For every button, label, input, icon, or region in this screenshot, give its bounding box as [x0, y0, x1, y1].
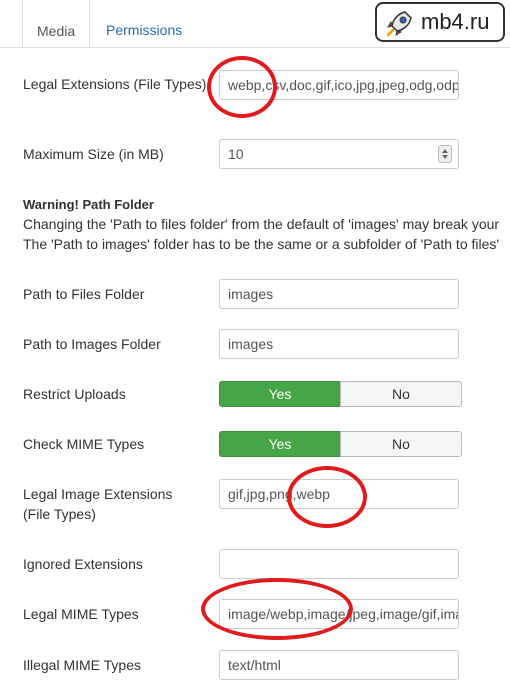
tab-permissions[interactable]: Permissions: [106, 22, 182, 38]
path-files-input[interactable]: images: [219, 279, 459, 309]
check-mime-no-button[interactable]: No: [340, 431, 462, 457]
spinner-down-icon[interactable]: [442, 155, 448, 159]
check-mime-toggle: Yes No: [219, 431, 462, 457]
spinner-up-icon[interactable]: [442, 149, 448, 153]
watermark-logo: mb4.ru: [375, 2, 505, 42]
restrict-uploads-label: Restrict Uploads: [23, 386, 126, 402]
warning-title: Warning! Path Folder: [23, 197, 154, 212]
tab-media[interactable]: Media: [22, 0, 90, 47]
legal-image-ext-label: Legal Image Extensions (File Types): [23, 486, 173, 522]
illegal-mime-label: Illegal MIME Types: [23, 657, 142, 673]
legal-image-ext-input[interactable]: gif,jpg,png,webp: [219, 479, 459, 509]
max-size-value: 10: [228, 146, 244, 162]
ignored-ext-label: Ignored Extensions: [23, 556, 143, 572]
legal-extensions-input[interactable]: webp,csv,doc,gif,ico,jpg,jpeg,odg,odp: [219, 70, 459, 100]
warning-line-2: The 'Path to images' folder has to be th…: [23, 236, 500, 252]
restrict-uploads-no-button[interactable]: No: [340, 381, 462, 407]
path-images-input[interactable]: images: [219, 329, 459, 359]
path-images-label: Path to Images Folder: [23, 336, 161, 352]
max-size-input[interactable]: 10: [219, 139, 459, 169]
illegal-mime-input[interactable]: text/html: [219, 650, 459, 680]
ignored-ext-input[interactable]: [219, 549, 459, 579]
warning-line-1: Changing the 'Path to files folder' from…: [23, 216, 500, 232]
rocket-icon: [386, 11, 412, 37]
check-mime-yes-button[interactable]: Yes: [219, 431, 341, 457]
max-size-label: Maximum Size (in MB): [23, 146, 164, 162]
restrict-uploads-yes-button[interactable]: Yes: [219, 381, 341, 407]
tab-media-label: Media: [37, 23, 76, 39]
path-files-label: Path to Files Folder: [23, 286, 145, 302]
legal-mime-input[interactable]: image/webp,image/jpeg,image/gif,image/pn…: [219, 599, 459, 629]
legal-mime-label: Legal MIME Types: [23, 606, 139, 622]
watermark-text: mb4.ru: [421, 9, 490, 34]
check-mime-label: Check MIME Types: [23, 436, 145, 452]
restrict-uploads-toggle: Yes No: [219, 381, 462, 407]
number-spinner[interactable]: [438, 145, 452, 163]
legal-extensions-label: Legal Extensions (File Types): [23, 76, 207, 92]
